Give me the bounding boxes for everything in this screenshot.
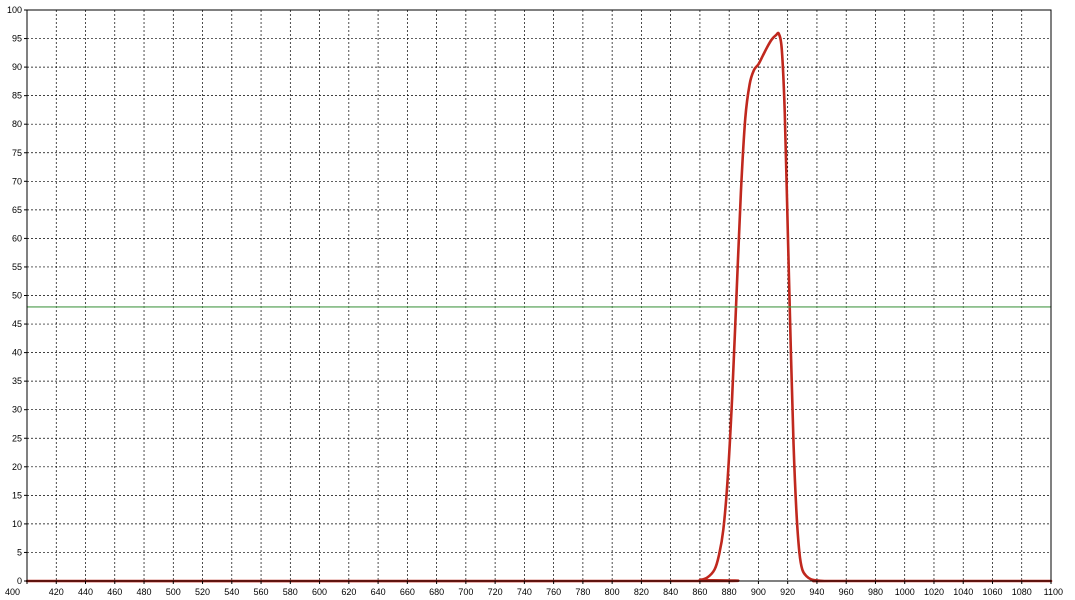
x-tick-label: 500 bbox=[166, 587, 181, 597]
x-tick-label: 780 bbox=[575, 587, 590, 597]
x-tick-label: 700 bbox=[458, 587, 473, 597]
y-tick-label: 75 bbox=[12, 148, 22, 158]
y-tick-label: 10 bbox=[12, 519, 22, 529]
y-tick-label: 65 bbox=[12, 205, 22, 215]
y-tick-label: 70 bbox=[12, 176, 22, 186]
x-tick-label: 800 bbox=[605, 587, 620, 597]
grid bbox=[27, 10, 1051, 581]
x-tick-label: 580 bbox=[283, 587, 298, 597]
y-tick-label: 90 bbox=[12, 62, 22, 72]
x-tick-label: 1060 bbox=[982, 587, 1002, 597]
transmission-chart: 0 5 10 15 20 25 30 35 40 45 50 55 60 65 70 75 80 85 90 95 10… bbox=[5, 5, 1063, 597]
x-tick-label: 880 bbox=[722, 587, 737, 597]
y-tick-label: 20 bbox=[12, 462, 22, 472]
x-tick-label: 680 bbox=[429, 587, 444, 597]
x-tick-label: 440 bbox=[78, 587, 93, 597]
x-tick-labels: 400 420 440 460 480 500 520 540 560 580 600 620 640 6… bbox=[5, 587, 1063, 597]
x-tick-label: 600 bbox=[312, 587, 327, 597]
x-tick-label: 640 bbox=[371, 587, 386, 597]
x-tick-label: 720 bbox=[488, 587, 503, 597]
y-tick-label: 5 bbox=[17, 547, 22, 557]
x-tick-label: 920 bbox=[780, 587, 795, 597]
x-tick-label: 1100 bbox=[1044, 587, 1063, 597]
y-tick-label: 30 bbox=[12, 405, 22, 415]
y-tick-label: 60 bbox=[12, 233, 22, 243]
y-tick-label: 55 bbox=[12, 262, 22, 272]
x-tick-label: 460 bbox=[107, 587, 122, 597]
y-tick-label: 40 bbox=[12, 348, 22, 358]
x-tick-label: 740 bbox=[517, 587, 532, 597]
x-tick-label: 960 bbox=[839, 587, 854, 597]
y-tick-label: 25 bbox=[12, 433, 22, 443]
y-tick-label: 35 bbox=[12, 376, 22, 386]
y-tick-label: 50 bbox=[12, 291, 22, 301]
y-tick-label: 80 bbox=[12, 119, 22, 129]
axis-frame bbox=[24, 9, 1052, 584]
x-tick-label: 1080 bbox=[1012, 587, 1032, 597]
x-tick-label: 820 bbox=[634, 587, 649, 597]
x-tick-label: 540 bbox=[224, 587, 239, 597]
y-tick-label: 95 bbox=[12, 34, 22, 44]
x-tick-label: 420 bbox=[49, 587, 64, 597]
x-tick-label: 660 bbox=[400, 587, 415, 597]
x-tick-label: 620 bbox=[341, 587, 356, 597]
x-tick-label: 1040 bbox=[953, 587, 973, 597]
y-tick-label: 15 bbox=[12, 490, 22, 500]
series-layer bbox=[25, 31, 1053, 583]
x-tick-label: 480 bbox=[137, 587, 152, 597]
x-tick-label: 980 bbox=[868, 587, 883, 597]
x-tick-label: 940 bbox=[809, 587, 824, 597]
x-tick-label: 520 bbox=[195, 587, 210, 597]
x-tick-label: 760 bbox=[546, 587, 561, 597]
y-tick-labels: 0 5 10 15 20 25 30 35 40 45 50 55 60 65 70 75 80 85 90 95 10… bbox=[7, 5, 22, 586]
x-tick-label: 1020 bbox=[924, 587, 944, 597]
y-tick-label: 100 bbox=[7, 5, 22, 15]
x-tick-label: 1000 bbox=[895, 587, 915, 597]
y-tick-label: 85 bbox=[12, 91, 22, 101]
x-tick-label: 560 bbox=[254, 587, 269, 597]
x-tick-label: 400 bbox=[5, 587, 20, 597]
x-tick-label: 860 bbox=[692, 587, 707, 597]
y-tick-label: 0 bbox=[17, 576, 22, 586]
x-tick-label: 900 bbox=[751, 587, 766, 597]
x-tick-label: 840 bbox=[663, 587, 678, 597]
y-tick-label: 45 bbox=[12, 319, 22, 329]
